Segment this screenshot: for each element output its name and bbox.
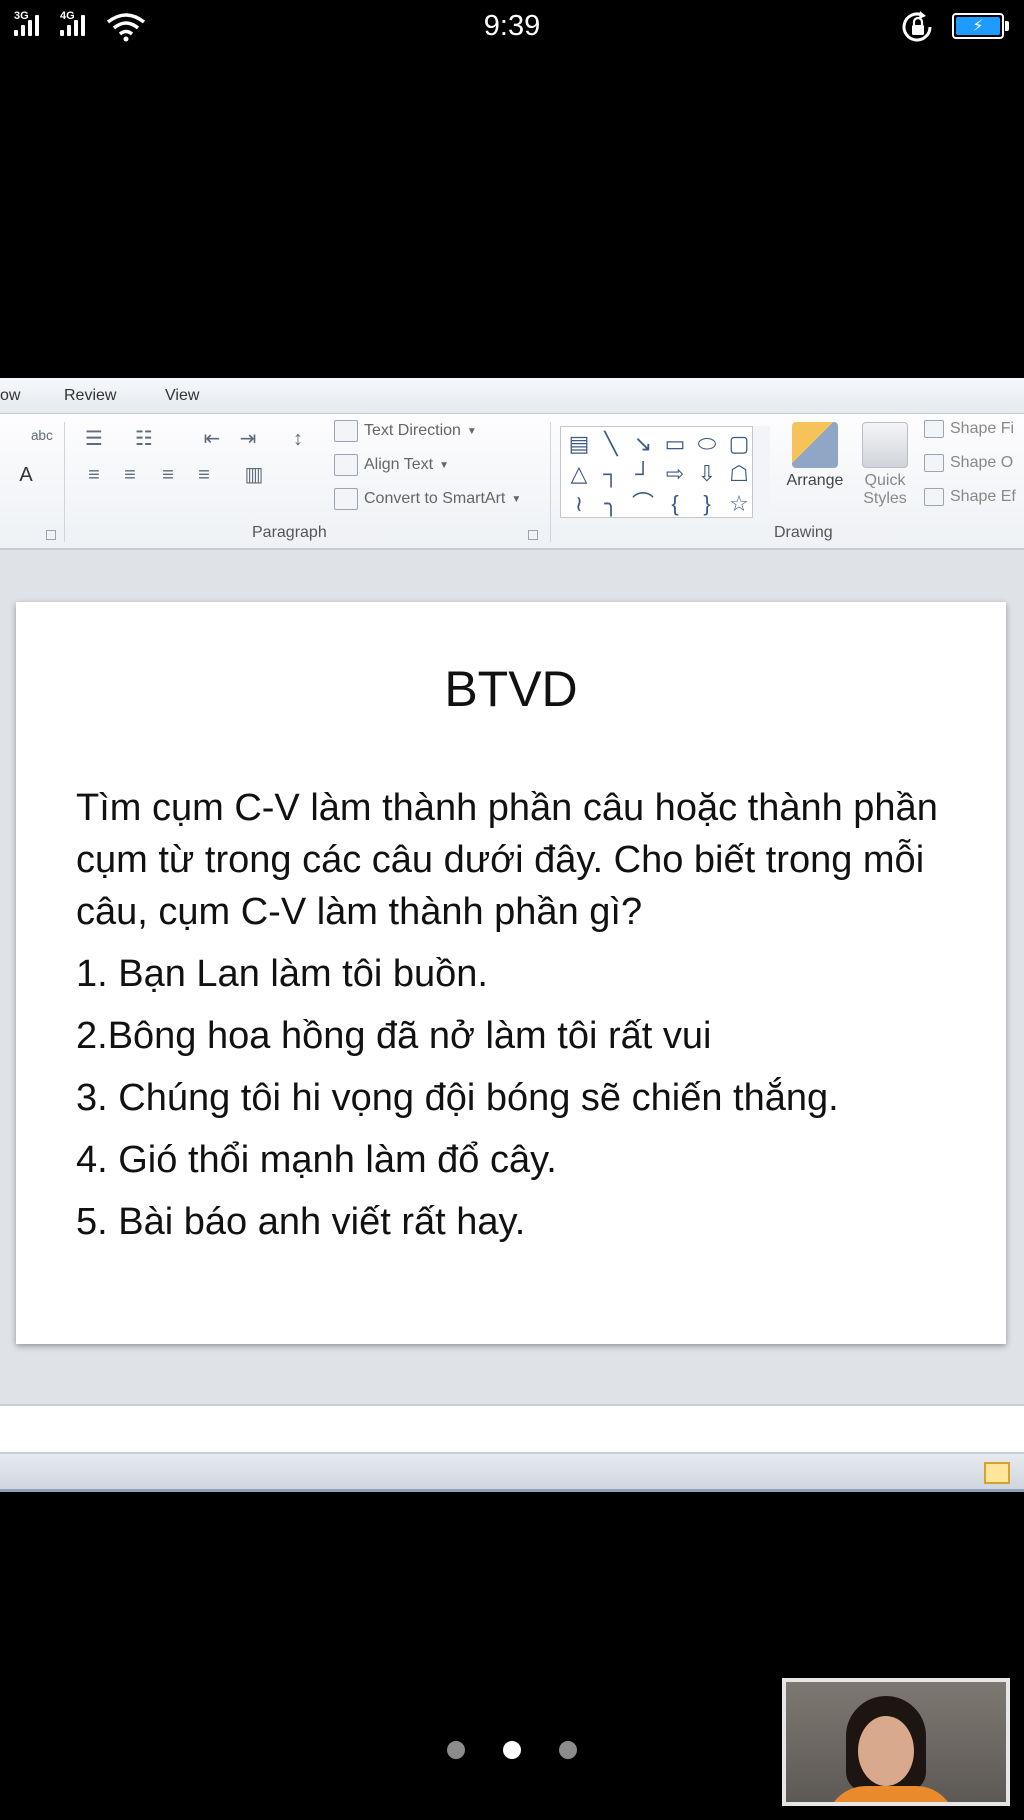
textbox-shape-icon[interactable]: ▤ xyxy=(565,430,593,458)
arrange-label: Arrange xyxy=(786,472,844,489)
powerpoint-status-bar xyxy=(0,1454,1024,1492)
down-arrow-shape-icon[interactable]: ⇩ xyxy=(693,460,721,488)
pen-icon xyxy=(924,454,944,472)
group-separator xyxy=(550,422,551,542)
shape-effects-icon xyxy=(924,488,944,506)
slide-instruction: Tìm cụm C-V làm thành phần câu hoặc thàn… xyxy=(76,787,938,933)
tab-slide-show[interactable]: ow xyxy=(0,387,20,405)
font-color-glyph: A xyxy=(19,464,33,486)
quick-styles-icon xyxy=(862,422,908,468)
left-brace-icon[interactable]: { xyxy=(661,490,689,518)
notes-pane[interactable] xyxy=(0,1404,1024,1454)
normal-view-button[interactable] xyxy=(984,1462,1010,1484)
columns-icon[interactable]: ▥ xyxy=(240,464,268,486)
quick-styles-label-2: Styles xyxy=(863,490,907,507)
list-item: 5. Bài báo anh viết rất hay. xyxy=(76,1201,526,1243)
ribbon: ᵃᵇᶜ A ☰ ☷ ⇤ ⇥ ↕ ≡ ≡ ≡ ≡ ▥ Text Direction… xyxy=(0,414,1024,550)
tab-view[interactable]: View xyxy=(165,387,199,405)
slide-title[interactable]: BTVD xyxy=(16,660,1006,718)
shape-effects-label: Shape Ef xyxy=(950,488,1016,505)
list-item: 1. Bạn Lan làm tôi buồn. xyxy=(76,953,488,995)
convert-smartart-label: Convert to SmartArt xyxy=(364,490,506,507)
paint-bucket-icon xyxy=(924,420,944,438)
slide[interactable]: BTVD Tìm cụm C-V làm thành phần câu hoặc… xyxy=(16,602,1006,1344)
quick-styles-label-1: Quick xyxy=(864,472,906,489)
list-item: 3. Chúng tôi hi vọng đội bóng sẽ chiến t… xyxy=(76,1077,839,1119)
powerpoint-window: ow Review View ᵃᵇᶜ A ☰ ☷ ⇤ ⇥ ↕ ≡ ≡ ≡ ≡ ▥… xyxy=(0,378,1024,1492)
tab-review[interactable]: Review xyxy=(64,387,116,405)
status-time: 9:39 xyxy=(483,10,541,42)
quick-styles-button[interactable]: Quick Styles xyxy=(852,422,918,508)
line-shape-icon[interactable]: ╲ xyxy=(597,430,625,458)
oval-shape-icon[interactable]: ⬭ xyxy=(693,430,721,458)
arrange-icon xyxy=(792,422,838,468)
rounded-rect-shape-icon[interactable]: ▢ xyxy=(725,430,753,458)
increase-indent-icon[interactable]: ⇥ xyxy=(234,428,262,450)
elbow-arrow-connector-icon[interactable]: ┘ xyxy=(629,460,657,488)
line-spacing-icon[interactable]: ↕ xyxy=(284,428,312,450)
font-dialog-launcher[interactable] xyxy=(46,530,56,540)
curve-shape-icon[interactable]: ⌒ xyxy=(629,490,657,518)
presenter-face xyxy=(858,1716,914,1786)
justify-icon[interactable]: ≡ xyxy=(190,464,218,486)
list-item: 2.Bông hoa hồng đã nở làm tôi rất vui xyxy=(76,1015,712,1057)
slide-body[interactable]: Tìm cụm C-V làm thành phần câu hoặc thàn… xyxy=(76,782,946,1258)
font-color-button[interactable]: A xyxy=(12,464,40,486)
drawing-group-label: Drawing xyxy=(774,524,833,541)
shape-effects-button[interactable]: Shape Ef xyxy=(924,488,1016,506)
list-item: 4. Gió thổi mạnh làm đổ cây. xyxy=(76,1139,557,1181)
phone-status-bar: 3G 4G 9:39 ⚡ xyxy=(0,0,1024,54)
gallery-scroll[interactable] xyxy=(752,426,770,518)
bullets-icon[interactable]: ☰ xyxy=(80,428,108,450)
shape-fill-label: Shape Fi xyxy=(950,420,1015,437)
page-dot[interactable] xyxy=(447,1741,465,1759)
paragraph-group-label: Paragraph xyxy=(252,524,327,541)
align-text-label: Align Text xyxy=(364,456,434,473)
ribbon-tabs: ow Review View xyxy=(0,378,1024,414)
group-separator xyxy=(64,422,65,542)
decrease-indent-icon[interactable]: ⇤ xyxy=(198,428,226,450)
shapes-gallery[interactable]: ▤ ╲ ↘ ▭ ⬭ ▢ △ ┐ ┘ ⇨ ⇩ ☖ ≀ ╮ ⌒ { } ☆ xyxy=(560,426,770,518)
convert-smartart-button[interactable]: Convert to SmartArt ▼ xyxy=(334,488,521,510)
arc-shape-icon[interactable]: ╮ xyxy=(597,490,625,518)
slide-editing-area: BTVD Tìm cụm C-V làm thành phần câu hoặc… xyxy=(0,552,1024,1360)
star-shape-icon[interactable]: ☆ xyxy=(725,490,753,518)
triangle-shape-icon[interactable]: △ xyxy=(565,460,593,488)
arrange-button[interactable]: Arrange xyxy=(780,422,850,490)
shape-outline-label: Shape O xyxy=(950,454,1014,471)
shape-outline-button[interactable]: Shape O xyxy=(924,454,1013,472)
elbow-connector-icon[interactable]: ┐ xyxy=(597,460,625,488)
battery-icon: ⚡ xyxy=(952,13,1009,39)
page-dot[interactable] xyxy=(559,1741,577,1759)
right-arrow-shape-icon[interactable]: ⇨ xyxy=(661,460,689,488)
webcam-preview[interactable] xyxy=(782,1678,1010,1806)
shape-fill-button[interactable]: Shape Fi xyxy=(924,420,1014,438)
align-text-button[interactable]: Align Text ▼ xyxy=(334,454,449,476)
text-direction-icon xyxy=(334,420,358,442)
text-direction-label: Text Direction xyxy=(364,422,461,439)
scribble-shape-icon[interactable]: ≀ xyxy=(565,490,593,518)
freeform-shape-icon[interactable]: ☖ xyxy=(725,460,753,488)
paragraph-dialog-launcher[interactable] xyxy=(528,530,538,540)
align-center-icon[interactable]: ≡ xyxy=(116,464,144,486)
rotation-lock-icon xyxy=(902,11,932,42)
right-brace-icon[interactable]: } xyxy=(693,490,721,518)
page-dot-active[interactable] xyxy=(503,1741,521,1759)
arrow-line-shape-icon[interactable]: ↘ xyxy=(629,430,657,458)
align-right-icon[interactable]: ≡ xyxy=(154,464,182,486)
align-text-icon xyxy=(334,454,358,476)
spelling-icon[interactable]: ᵃᵇᶜ xyxy=(28,428,56,450)
align-left-icon[interactable]: ≡ xyxy=(80,464,108,486)
text-direction-button[interactable]: Text Direction ▼ xyxy=(334,420,477,442)
smartart-icon xyxy=(334,488,358,510)
numbering-icon[interactable]: ☷ xyxy=(130,428,158,450)
rectangle-shape-icon[interactable]: ▭ xyxy=(661,430,689,458)
